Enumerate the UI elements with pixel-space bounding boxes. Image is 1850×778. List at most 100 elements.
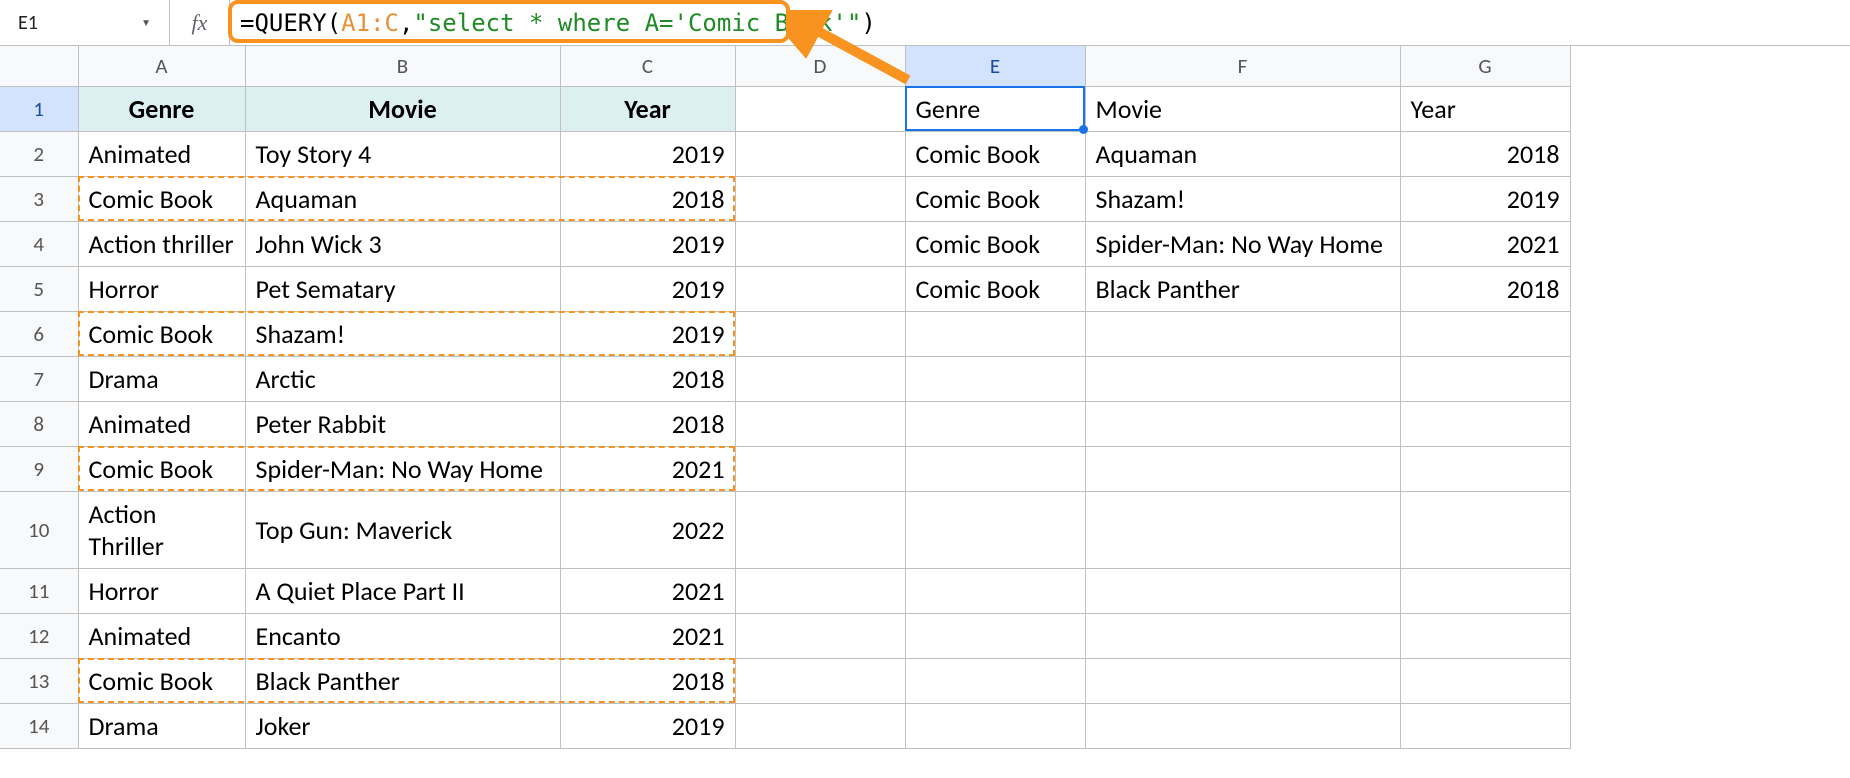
cell-F4[interactable]: Spider-Man: No Way Home xyxy=(1085,221,1400,266)
cell-B10[interactable]: Top Gun: Maverick xyxy=(245,491,560,568)
formula-input[interactable]: = QUERY ( A1:C , "select * where A='Comi… xyxy=(230,0,876,45)
cell-D1[interactable] xyxy=(735,86,905,131)
cell-E3[interactable]: Comic Book xyxy=(905,176,1085,221)
cell-G2[interactable]: 2018 xyxy=(1400,131,1570,176)
cell-C7[interactable]: 2018 xyxy=(560,356,735,401)
cell-F2[interactable]: Aquaman xyxy=(1085,131,1400,176)
cell-A11[interactable]: Horror xyxy=(78,568,245,613)
name-box[interactable]: E1 ▼ xyxy=(0,0,170,45)
cell-E6[interactable] xyxy=(905,311,1085,356)
cell-C6[interactable]: 2019 xyxy=(560,311,735,356)
row-header-4[interactable]: 4 xyxy=(0,221,78,266)
cell-E9[interactable] xyxy=(905,446,1085,491)
cell-A6[interactable]: Comic Book xyxy=(78,311,245,356)
cell-E13[interactable] xyxy=(905,658,1085,703)
cell-C1[interactable]: Year xyxy=(560,86,735,131)
cell-F10[interactable] xyxy=(1085,491,1400,568)
cell-D3[interactable] xyxy=(735,176,905,221)
spreadsheet-grid[interactable]: A B C D E F G 1 Genre Movie Year Genre M… xyxy=(0,46,1571,749)
chevron-down-icon[interactable]: ▼ xyxy=(141,16,151,29)
cell-E4[interactable]: Comic Book xyxy=(905,221,1085,266)
row-header-1[interactable]: 1 xyxy=(0,86,78,131)
cell-E1[interactable]: Genre xyxy=(905,86,1085,131)
row-header-9[interactable]: 9 xyxy=(0,446,78,491)
cell-E14[interactable] xyxy=(905,703,1085,748)
row-header-5[interactable]: 5 xyxy=(0,266,78,311)
cell-A3[interactable]: Comic Book xyxy=(78,176,245,221)
cell-G5[interactable]: 2018 xyxy=(1400,266,1570,311)
cell-A13[interactable]: Comic Book xyxy=(78,658,245,703)
cell-B12[interactable]: Encanto xyxy=(245,613,560,658)
cell-C3[interactable]: 2018 xyxy=(560,176,735,221)
row-header-7[interactable]: 7 xyxy=(0,356,78,401)
row-header-6[interactable]: 6 xyxy=(0,311,78,356)
cell-C8[interactable]: 2018 xyxy=(560,401,735,446)
cell-E8[interactable] xyxy=(905,401,1085,446)
select-all-corner[interactable] xyxy=(0,46,78,86)
cell-B4[interactable]: John Wick 3 xyxy=(245,221,560,266)
cell-B3[interactable]: Aquaman xyxy=(245,176,560,221)
cell-E2[interactable]: Comic Book xyxy=(905,131,1085,176)
cell-D6[interactable] xyxy=(735,311,905,356)
row-header-2[interactable]: 2 xyxy=(0,131,78,176)
row-header-12[interactable]: 12 xyxy=(0,613,78,658)
cell-D4[interactable] xyxy=(735,221,905,266)
cell-G10[interactable] xyxy=(1400,491,1570,568)
cell-F13[interactable] xyxy=(1085,658,1400,703)
cell-D10[interactable] xyxy=(735,491,905,568)
col-header-E[interactable]: E xyxy=(905,46,1085,86)
cell-A5[interactable]: Horror xyxy=(78,266,245,311)
cell-F8[interactable] xyxy=(1085,401,1400,446)
cell-C10[interactable]: 2022 xyxy=(560,491,735,568)
cell-F5[interactable]: Black Panther xyxy=(1085,266,1400,311)
cell-B1[interactable]: Movie xyxy=(245,86,560,131)
cell-G4[interactable]: 2021 xyxy=(1400,221,1570,266)
cell-F3[interactable]: Shazam! xyxy=(1085,176,1400,221)
cell-G9[interactable] xyxy=(1400,446,1570,491)
cell-B7[interactable]: Arctic xyxy=(245,356,560,401)
cell-G13[interactable] xyxy=(1400,658,1570,703)
cell-D5[interactable] xyxy=(735,266,905,311)
cell-B14[interactable]: Joker xyxy=(245,703,560,748)
cell-C9[interactable]: 2021 xyxy=(560,446,735,491)
row-header-8[interactable]: 8 xyxy=(0,401,78,446)
cell-B2[interactable]: Toy Story 4 xyxy=(245,131,560,176)
cell-A9[interactable]: Comic Book xyxy=(78,446,245,491)
cell-F6[interactable] xyxy=(1085,311,1400,356)
cell-B6[interactable]: Shazam! xyxy=(245,311,560,356)
col-header-D[interactable]: D xyxy=(735,46,905,86)
cell-B8[interactable]: Peter Rabbit xyxy=(245,401,560,446)
row-header-11[interactable]: 11 xyxy=(0,568,78,613)
cell-A10[interactable]: Action Thriller xyxy=(78,491,245,568)
cell-E5[interactable]: Comic Book xyxy=(905,266,1085,311)
cell-G12[interactable] xyxy=(1400,613,1570,658)
cell-F7[interactable] xyxy=(1085,356,1400,401)
row-header-3[interactable]: 3 xyxy=(0,176,78,221)
cell-D7[interactable] xyxy=(735,356,905,401)
cell-D13[interactable] xyxy=(735,658,905,703)
cell-G8[interactable] xyxy=(1400,401,1570,446)
cell-F14[interactable] xyxy=(1085,703,1400,748)
cell-D9[interactable] xyxy=(735,446,905,491)
cell-D2[interactable] xyxy=(735,131,905,176)
cell-C14[interactable]: 2019 xyxy=(560,703,735,748)
cell-B5[interactable]: Pet Sematary xyxy=(245,266,560,311)
cell-G14[interactable] xyxy=(1400,703,1570,748)
cell-G7[interactable] xyxy=(1400,356,1570,401)
row-header-14[interactable]: 14 xyxy=(0,703,78,748)
cell-E12[interactable] xyxy=(905,613,1085,658)
col-header-C[interactable]: C xyxy=(560,46,735,86)
cell-A1[interactable]: Genre xyxy=(78,86,245,131)
col-header-G[interactable]: G xyxy=(1400,46,1570,86)
cell-D12[interactable] xyxy=(735,613,905,658)
col-header-A[interactable]: A xyxy=(78,46,245,86)
cell-G6[interactable] xyxy=(1400,311,1570,356)
cell-G1[interactable]: Year xyxy=(1400,86,1570,131)
cell-B11[interactable]: A Quiet Place Part II xyxy=(245,568,560,613)
cell-G3[interactable]: 2019 xyxy=(1400,176,1570,221)
cell-A7[interactable]: Drama xyxy=(78,356,245,401)
cell-C2[interactable]: 2019 xyxy=(560,131,735,176)
cell-A8[interactable]: Animated xyxy=(78,401,245,446)
cell-A12[interactable]: Animated xyxy=(78,613,245,658)
cell-F1[interactable]: Movie xyxy=(1085,86,1400,131)
